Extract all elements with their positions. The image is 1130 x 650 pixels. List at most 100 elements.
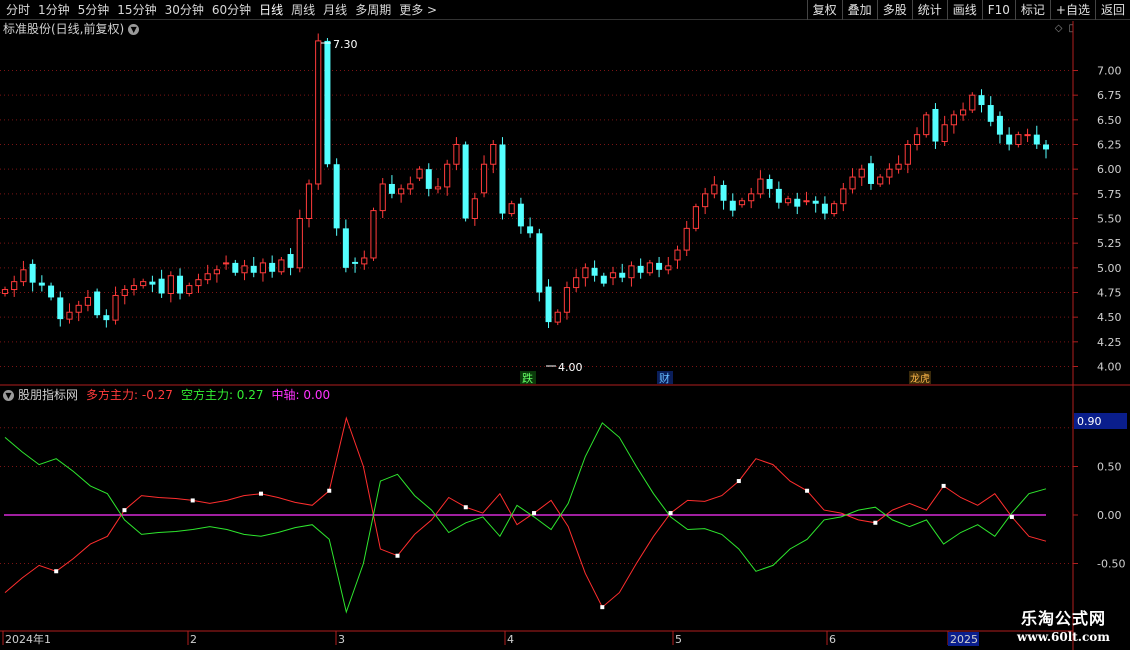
candle <box>195 273 202 293</box>
candle <box>75 300 82 322</box>
duo-dot <box>463 505 468 510</box>
candle <box>692 203 700 232</box>
candle <box>38 275 45 292</box>
marker-cai-label: 财 <box>659 371 670 385</box>
chevron-down-icon[interactable]: ▼ <box>3 389 14 401</box>
marker-cai[interactable]: 财 <box>657 371 673 385</box>
candle <box>766 174 773 198</box>
mid-value: 中轴: 0.00 <box>271 388 331 402</box>
price-tick-label: 7.00 <box>1097 65 1122 78</box>
price-tick-label: 5.00 <box>1097 262 1122 275</box>
candle <box>959 102 967 121</box>
candle <box>545 279 552 329</box>
price-tick-label: 5.25 <box>1097 237 1122 250</box>
candle <box>646 259 653 276</box>
candle <box>29 259 36 292</box>
candle <box>775 181 782 209</box>
candle <box>757 170 764 199</box>
kong-value: 空方主力: 0.27 <box>180 388 264 402</box>
indicator-axis: 0.50 0.00 -0.50 <box>1073 461 1125 571</box>
price-tick-label: 5.75 <box>1097 188 1122 201</box>
duo-dot <box>122 508 127 513</box>
candle <box>370 207 377 261</box>
candle <box>637 258 644 279</box>
marker-longhu-label: 龙虎 <box>910 372 930 385</box>
price-tick-label: 4.50 <box>1097 311 1122 324</box>
marker-die[interactable]: 跌 <box>520 371 536 385</box>
candle <box>950 110 957 134</box>
candle <box>66 303 73 324</box>
candle <box>296 209 303 273</box>
candle <box>978 89 985 113</box>
candle <box>932 103 939 149</box>
candle <box>609 266 617 286</box>
candle <box>177 268 184 300</box>
indicator-tick-label: -0.50 <box>1097 558 1125 571</box>
time-label: 4 <box>507 633 514 646</box>
candle <box>20 260 27 287</box>
candle <box>1043 140 1049 159</box>
price-tick-label: 6.75 <box>1097 89 1122 102</box>
candle <box>379 178 386 219</box>
candle <box>121 285 128 305</box>
candle <box>305 179 313 228</box>
candle <box>923 111 930 138</box>
candle <box>453 137 460 171</box>
candle <box>213 265 220 283</box>
candle <box>259 258 267 282</box>
candle <box>517 197 524 234</box>
candle <box>628 261 635 287</box>
price-tick-label: 4.25 <box>1097 336 1122 349</box>
candle <box>527 217 534 238</box>
candle <box>508 200 515 217</box>
candle <box>904 140 911 174</box>
candle <box>748 187 755 209</box>
candle <box>600 272 607 287</box>
time-label: 2025 <box>950 633 978 646</box>
duo-dot <box>668 511 673 516</box>
candle <box>167 271 174 303</box>
duo-dot <box>532 511 537 516</box>
candle <box>720 180 727 210</box>
candle <box>499 137 506 220</box>
candle <box>398 184 405 203</box>
candle <box>784 195 792 206</box>
candle <box>582 263 589 287</box>
price-tick-label: 4.75 <box>1097 287 1122 300</box>
indicator-title-bar: ▼ 股朋指标网 多方主力: -0.27 空方主力: 0.27 中轴: 0.00 <box>3 387 330 403</box>
candle <box>361 250 368 270</box>
candle <box>711 176 718 199</box>
duo-dot <box>600 605 605 610</box>
candle <box>794 192 801 215</box>
duo-dot <box>54 569 59 574</box>
candle <box>462 141 469 222</box>
candle <box>1015 131 1022 148</box>
marker-longhu[interactable]: 龙虎 <box>909 371 931 385</box>
candle <box>278 256 285 275</box>
candle <box>858 164 865 186</box>
candle <box>11 275 18 297</box>
chart-canvas: 7.00 6.75 6.50 6.25 6.00 5.75 5.50 5.25 5.00 4.75… <box>0 21 1130 650</box>
candle <box>674 245 681 269</box>
candle <box>886 163 893 185</box>
candle <box>1024 128 1031 143</box>
candle <box>112 286 119 325</box>
candle <box>140 278 147 289</box>
low-label: 4.00 <box>558 361 583 374</box>
duo-dot <box>190 498 195 503</box>
candle <box>683 220 690 256</box>
price-tick-label: 4.00 <box>1097 361 1122 374</box>
candle <box>591 260 598 282</box>
candle <box>702 187 709 215</box>
candle <box>48 282 55 301</box>
candle <box>287 248 294 276</box>
duo-dot <box>941 483 946 488</box>
candle <box>812 196 819 213</box>
watermark-line1: 乐淘公式网 <box>1021 609 1107 628</box>
candle <box>877 174 884 187</box>
candle <box>342 219 349 273</box>
duo-dot <box>1009 514 1014 519</box>
candle <box>1 286 9 297</box>
candle <box>471 192 478 226</box>
candle <box>895 155 902 174</box>
